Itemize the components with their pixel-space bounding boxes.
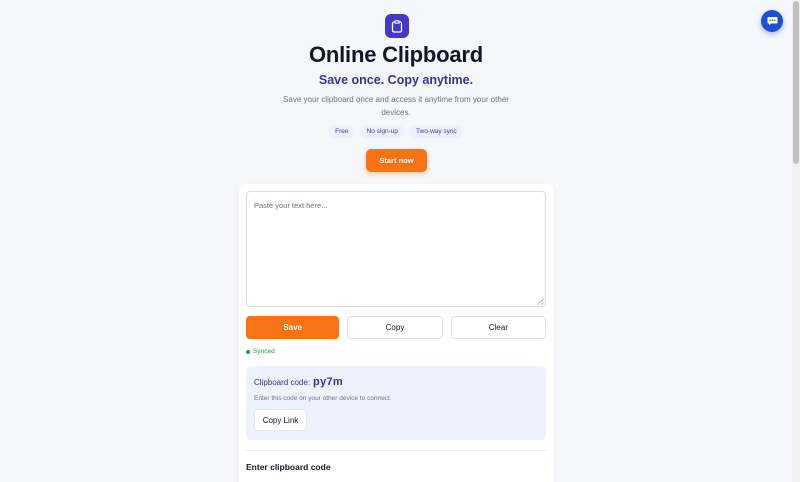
chip-two-way-sync: Two-way sync [409,125,463,138]
action-buttons: Save Copy Clear [246,316,546,339]
chat-bubble-icon [767,17,777,26]
clipboard-code-value: py7m [313,376,343,388]
clipboard-code-line: Clipboard code: py7m [254,376,343,388]
clipboard-icon [385,14,409,38]
enter-code-heading: Enter clipboard code [246,462,331,472]
feature-chips: Free No sign-up Two-way sync [0,125,792,138]
clipboard-code-hint: Enter this code on your other device to … [254,395,392,402]
sync-status: Synced [246,348,275,355]
page: Online Clipboard Save once. Copy anytime… [0,0,792,482]
clipboard-code-panel: Clipboard code: py7m Enter this code on … [246,366,546,440]
status-dot-icon [246,349,250,354]
tagline: Save once. Copy anytime. [318,73,474,87]
copy-button[interactable]: Copy [347,316,443,339]
clipboard-code-label: Clipboard code: [254,378,311,387]
page-title: Online Clipboard [308,42,484,67]
resize-handle-icon[interactable] [537,298,544,305]
clipboard-card: Save Copy Clear Synced Clipboard code: p… [239,184,554,482]
clipboard-textarea[interactable] [246,191,546,307]
chip-free: Free [329,125,355,138]
chat-button[interactable] [761,10,783,32]
page-scrollbar[interactable] [792,0,800,482]
clear-button[interactable]: Clear [450,316,546,339]
start-now-button[interactable]: Start now [366,149,427,172]
scrollbar-thumb[interactable] [793,1,799,164]
divider [246,450,546,451]
save-button[interactable]: Save [246,316,340,339]
description: Save your clipboard once and access it a… [283,95,509,117]
chip-no-signup: No sign-up [360,125,404,138]
sync-status-text: Synced [253,348,275,355]
copy-link-button[interactable]: Copy Link [254,409,307,431]
